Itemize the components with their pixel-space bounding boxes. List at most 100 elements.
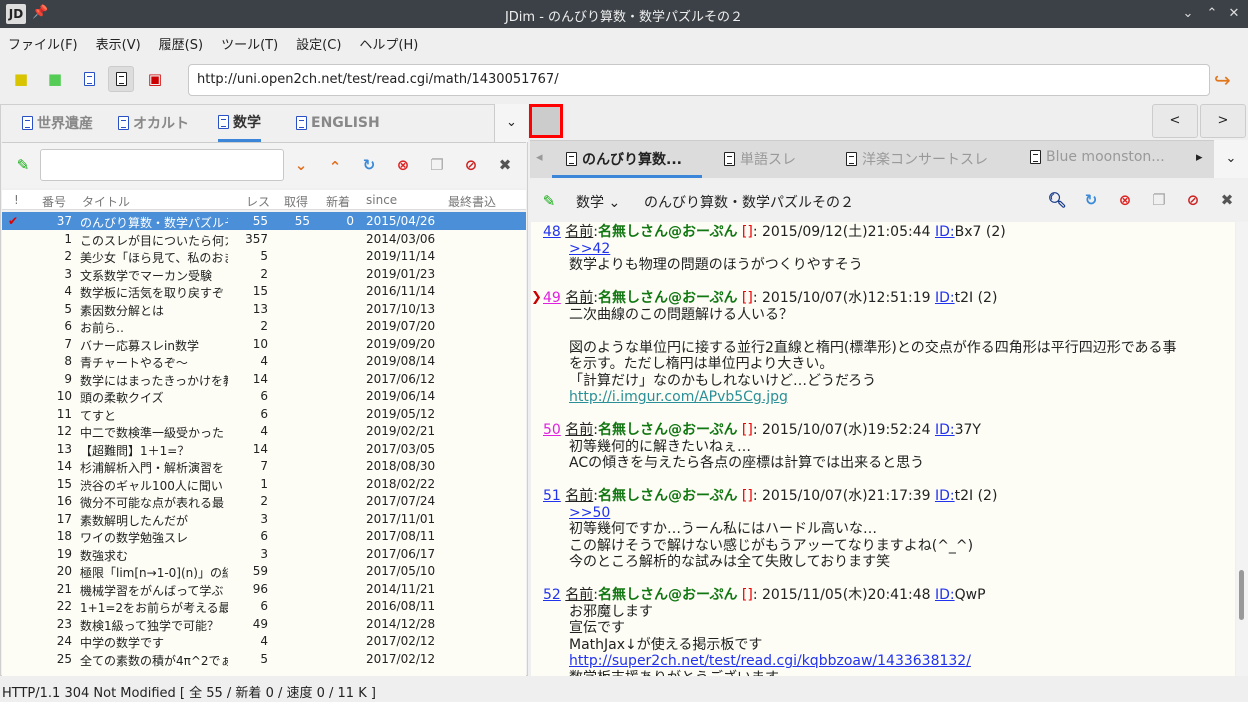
table-row[interactable]: 5 素因数分解とは 13 2017/10/13 [2,300,526,318]
maximize-icon[interactable]: ⌃ [1202,4,1222,24]
image-thumbnail[interactable] [529,104,563,138]
post-number[interactable]: 49 [543,290,561,306]
tab-scroll-right-icon[interactable]: ▸ [1196,150,1203,165]
table-row[interactable]: 13 【超難問】1＋1=？ 14 2017/03/05 [2,440,526,458]
poster-name[interactable]: 名無しさん@おーぷん [598,224,737,240]
post-link[interactable]: >>42 [569,241,1231,258]
table-row[interactable]: 3 文系数学でマーカン受験 2 2019/01/23 [2,265,526,283]
table-row[interactable]: 14 杉浦解析入門・解析演習を 7 2018/08/30 [2,457,526,475]
column-header[interactable]: 取得 [284,193,308,210]
thread-view-icon[interactable] [108,66,134,92]
table-row[interactable]: 6 お前ら‥ 2 2019/07/20 [2,317,526,335]
search-input[interactable] [40,149,284,181]
thread-tab-list-chevron-icon[interactable]: ⌄ [1214,140,1248,178]
board-view-icon[interactable] [76,66,102,92]
go-arrow-icon[interactable]: ↪ [1214,68,1231,92]
thread-tab[interactable]: 洋楽コンサートスレ [846,149,988,169]
post-link[interactable]: >>50 [569,505,1231,522]
thread-tab[interactable]: Blue moonston... [1030,149,1165,165]
table-row[interactable]: 23 数検1級って独学で可能？ 49 2014/12/28 [2,615,526,633]
scrollbar-thumb[interactable] [1239,570,1244,620]
menu-item[interactable]: 履歴(S) [159,34,203,53]
url-input[interactable]: http://uni.open2ch.net/test/read.cgi/mat… [188,64,1210,96]
image-view-icon[interactable]: ▣ [142,66,168,92]
board-tab[interactable]: ENGLISH [296,104,380,142]
table-row[interactable]: 24 中学の数学です 4 2017/02/12 [2,632,526,650]
copy-icon[interactable]: ❐ [426,154,448,176]
post-number[interactable]: 52 [543,587,561,603]
column-header[interactable]: 新着 [326,193,350,210]
id-label[interactable]: ID: [935,422,955,438]
post-number[interactable]: 48 [543,224,561,240]
table-row[interactable]: 10 頭の柔軟クイズ 6 2019/06/14 [2,387,526,405]
back-button[interactable]: < [1152,104,1198,138]
table-row[interactable]: 11 てすと 6 2019/05/12 [2,405,526,423]
menu-item[interactable]: 表示(V) [96,34,141,53]
poster-name[interactable]: 名無しさん@おーぷん [598,488,737,504]
write-pencil-icon[interactable]: ✎ [538,190,560,212]
table-row[interactable]: 16 微分不可能な点が表れる最 2 2017/07/24 [2,492,526,510]
thread-tab[interactable]: のんびり算数... [566,149,682,169]
poster-name[interactable]: 名無しさん@おーぷん [598,290,737,306]
table-row[interactable]: ✔ 37 のんびり算数・数学パズルそ 55 55 0 2015/04/26 [2,212,526,230]
id-label[interactable]: ID: [935,290,955,306]
menu-item[interactable]: 設定(C) [296,34,341,53]
tab-scroll-left-icon[interactable]: ◂ [536,150,543,165]
stop-icon[interactable]: ⊗ [1114,189,1136,211]
table-row[interactable]: 18 ワイの数学勉強スレ 6 2017/08/11 [2,527,526,545]
close-thread-icon[interactable]: ✖ [1216,189,1238,211]
close-board-icon[interactable]: ✖ [494,154,516,176]
board-tab[interactable]: 世界遺産 [22,104,93,142]
board-tab[interactable]: 数学 [218,104,261,142]
table-row[interactable]: 9 数学にはまったきっかけを教 14 2017/06/12 [2,370,526,388]
poster-name[interactable]: 名無しさん@おーぷん [598,422,737,438]
search-icon[interactable]: 🔍︎ [1046,189,1068,211]
menu-item[interactable]: ヘルプ(H) [359,34,418,53]
copy-icon[interactable]: ❐ [1148,189,1170,211]
column-header[interactable]: 番号 [42,193,66,210]
id-label[interactable]: ID: [935,224,955,240]
close-icon[interactable]: ✕ [1224,4,1244,24]
post-link[interactable]: http://super2ch.net/test/read.cgi/kqbbzo… [569,653,1231,670]
favorites-folder-icon[interactable]: ■ [42,66,68,92]
poster-name[interactable]: 名無しさん@おーぷん [598,587,737,603]
table-row[interactable]: 25 全ての素数の積が4π^2でぁ 5 2017/02/12 [2,650,526,668]
table-row[interactable]: 20 極限「lim[n→1-0](n)」の結果 59 2017/05/10 [2,562,526,580]
tab-list-chevron-icon[interactable]: ⌄ [494,104,528,142]
reload-icon[interactable]: ↻ [1080,189,1102,211]
table-row[interactable]: 2 美少女「ほら見て、私のおま 5 2019/11/14 [2,247,526,265]
table-row[interactable]: 1 このスレが目についたら何カ 357 2014/03/06 [2,230,526,248]
id-label[interactable]: ID: [935,488,955,504]
post-link[interactable]: http://i.imgur.com/APvb5Cg.jpg [569,389,1231,406]
column-header[interactable]: レス [246,193,270,210]
stop-icon[interactable]: ⊗ [392,154,414,176]
thread-list[interactable]: ✔ 37 のんびり算数・数学パズルそ 55 55 0 2015/04/26 1 このスレが目につ… [2,212,526,676]
table-row[interactable]: 8 青チャートやるぞ〜 4 2019/08/14 [2,352,526,370]
write-pencil-icon[interactable]: ✎ [12,154,34,176]
delete-icon[interactable]: ⊘ [1182,189,1204,211]
column-header[interactable]: タイトル [82,193,130,210]
id-label[interactable]: ID: [935,587,955,603]
board-dropdown[interactable]: 数学 ⌄ [576,192,620,212]
post-number[interactable]: 50 [543,422,561,438]
table-row[interactable]: 19 数強求む 3 2017/06/17 [2,545,526,563]
board-list-folder-icon[interactable]: ■ [8,66,34,92]
post-number[interactable]: 51 [543,488,561,504]
thread-tab[interactable]: 単語スレ [724,149,796,169]
menu-item[interactable]: ツール(T) [221,34,278,53]
board-tab[interactable]: オカルト [118,104,189,142]
table-row[interactable]: 22 1+1=2をお前らが考える最も 6 2016/08/11 [2,597,526,615]
menu-item[interactable]: ファイル(F) [8,34,78,53]
search-prev-icon[interactable]: ⌃ [324,156,346,178]
delete-icon[interactable]: ⊘ [460,154,482,176]
search-next-icon[interactable]: ⌄ [290,154,312,176]
forward-button[interactable]: > [1200,104,1246,138]
minimize-icon[interactable]: ⌄ [1178,4,1198,24]
table-row[interactable]: 12 中二で数検準一級受かった 4 2019/02/21 [2,422,526,440]
table-row[interactable]: 17 素数解明したんだが 3 2017/11/01 [2,510,526,528]
column-header[interactable]: since [366,193,397,207]
table-row[interactable]: 21 機械学習をがんばって学ぶ 96 2014/11/21 [2,580,526,598]
reload-icon[interactable]: ↻ [358,154,380,176]
table-row[interactable]: 15 渋谷のギャル100人に聞い 1 2018/02/22 [2,475,526,493]
column-header[interactable]: ! [14,193,19,207]
